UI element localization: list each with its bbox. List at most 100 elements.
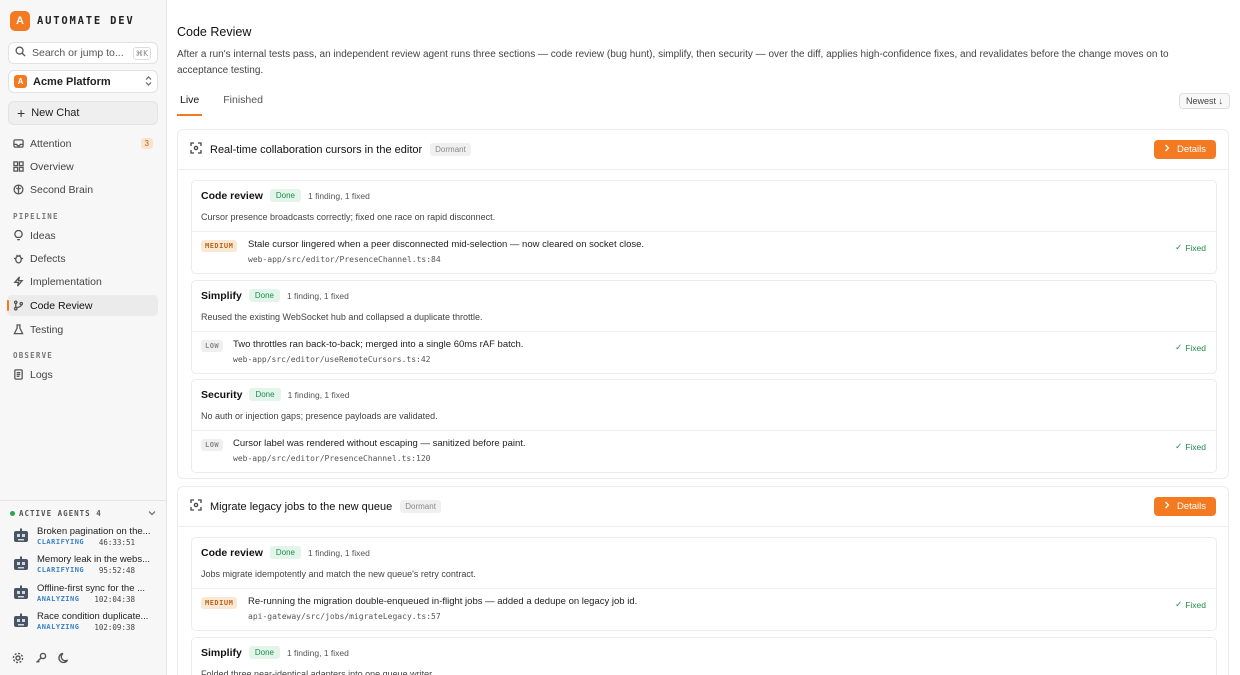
section-label-observe: OBSERVE (13, 351, 54, 360)
section-title: Security (201, 388, 243, 401)
agent-item[interactable]: Race condition duplicate... ANALYZING 102… (12, 611, 158, 635)
section-summary: Folded three near-identical adapters int… (201, 669, 435, 675)
sidebar-item-label: Defects (30, 252, 66, 265)
sidebar-item-attention[interactable]: Attention 3 (7, 133, 158, 154)
details-label: Details (1176, 144, 1206, 155)
attention-count-badge: 3 (140, 138, 153, 149)
finding-count: 1 finding, 1 fixed (286, 290, 349, 301)
section-summary: Reused the existing WebSocket hub and co… (201, 312, 483, 322)
agent-item[interactable]: Memory leak in the webs... CLARIFYING 95:… (12, 554, 158, 578)
sidebar-item-logs[interactable]: Logs (7, 364, 158, 385)
agent-title: Memory leak in the webs... (37, 554, 150, 565)
severity-badge: LOW (201, 340, 224, 352)
card-header: Migrate legacy jobs to the new queue Dor… (178, 487, 1228, 527)
tab-live[interactable]: Live (177, 92, 203, 116)
logs-icon (12, 369, 24, 381)
sidebar-item-implementation[interactable]: Implementation (7, 271, 158, 292)
finding-text: Stale cursor lingered when a peer discon… (248, 239, 645, 250)
workspace-name: Acme Platform (33, 75, 111, 88)
review-section: Simplify Done 1 finding, 1 fixed Folded … (191, 637, 1217, 675)
tab-finished[interactable]: Finished (220, 92, 266, 116)
review-section: Security Done 1 finding, 1 fixed No auth… (191, 379, 1217, 473)
review-card: Migrate legacy jobs to the new queue Dor… (177, 486, 1229, 675)
file-path[interactable]: web-app/src/editor/PresenceChannel.ts:84 (248, 255, 441, 264)
lightbulb-icon (12, 230, 24, 242)
workspace-switcher[interactable]: A Acme Platform (8, 70, 158, 93)
sidebar-item-overview[interactable]: Overview (7, 156, 158, 177)
agent-title: Broken pagination on the... (37, 526, 151, 537)
live-dot-icon (10, 511, 15, 516)
finding-count: 1 finding, 1 fixed (307, 190, 370, 201)
agent-title: Race condition duplicate... (37, 611, 149, 622)
finding-row[interactable]: LOW Cursor label was rendered without es… (192, 430, 1216, 472)
review-card: Real-time collaboration cursors in the e… (177, 129, 1229, 479)
sidebar-item-label: Second Brain (30, 183, 94, 196)
bolt-icon (12, 276, 24, 288)
details-button[interactable]: Details (1153, 497, 1216, 516)
gear-icon[interactable] (12, 652, 24, 664)
section-title: Code review (201, 189, 263, 202)
sidebar-item-label: Overview (30, 160, 74, 173)
review-section: Simplify Done 1 finding, 1 fixed Reused … (191, 280, 1217, 374)
status-badge: Dormant (400, 500, 441, 513)
key-icon[interactable] (35, 652, 47, 664)
agent-item[interactable]: Broken pagination on the... CLARIFYING 46… (12, 526, 158, 550)
active-agents-header[interactable]: ACTIVE AGENTS 4 (0, 500, 166, 518)
details-button[interactable]: Details (1153, 140, 1216, 159)
sidebar-item-label: Code Review (30, 299, 93, 312)
sidebar-item-code-review[interactable]: Code Review (7, 295, 158, 316)
fixed-status: ✓ Fixed (1175, 441, 1206, 452)
search-icon (15, 44, 26, 62)
agent-title: Offline-first sync for the ... (37, 583, 146, 594)
sidebar-item-second-brain[interactable]: Second Brain (7, 179, 158, 200)
check-icon: ✓ (1175, 599, 1183, 609)
flask-icon (12, 324, 24, 336)
file-path[interactable]: api-gateway/src/jobs/migrateLegacy.ts:57 (248, 612, 441, 621)
agent-time: 102:04:38 (94, 595, 135, 604)
finding-row[interactable]: LOW Two throttles ran back-to-back; merg… (192, 331, 1216, 373)
sidebar-item-label: Attention (30, 137, 72, 150)
sidebar-item-label: Ideas (30, 229, 56, 242)
agent-avatar-icon (14, 613, 28, 627)
chevron-updown-icon (145, 75, 152, 88)
search-box[interactable]: Search or jump to... ⌘K (8, 42, 158, 64)
sidebar-item-label: Logs (30, 368, 53, 381)
review-section: Code review Done 1 finding, 1 fixed Curs… (191, 180, 1217, 274)
sidebar-item-defects[interactable]: Defects (7, 248, 158, 269)
branch-icon (12, 300, 24, 312)
brand-name: AUTOMATE DEV (37, 15, 135, 27)
finding-row[interactable]: MEDIUM Stale cursor lingered when a peer… (192, 231, 1216, 273)
sidebar-footer (12, 652, 70, 664)
moon-icon[interactable] (58, 652, 70, 664)
sort-dropdown[interactable]: Newest ↓ (1178, 93, 1230, 109)
section-summary: No auth or injection gaps; presence payl… (201, 411, 438, 421)
agent-time: 102:09:38 (94, 623, 135, 632)
search-placeholder: Search or jump to... (32, 47, 124, 59)
check-icon: ✓ (1175, 342, 1183, 352)
plus-icon: + (17, 105, 26, 121)
file-path[interactable]: web-app/src/editor/useRemoteCursors.ts:4… (233, 355, 430, 364)
section-summary: Jobs migrate idempotently and match the … (201, 569, 476, 579)
status-badge: Done (269, 189, 301, 202)
severity-badge: MEDIUM (201, 240, 238, 252)
agent-time: 95:52:48 (98, 566, 135, 575)
status-badge: Done (249, 388, 281, 401)
bug-icon (12, 253, 24, 265)
agent-item[interactable]: Offline-first sync for the ... ANALYZING… (12, 583, 158, 607)
card-header: Real-time collaboration cursors in the e… (178, 130, 1228, 170)
section-summary: Cursor presence broadcasts correctly; fi… (201, 212, 496, 222)
agent-status: CLARIFYING (37, 566, 85, 574)
sidebar-item-ideas[interactable]: Ideas (7, 225, 158, 246)
file-path[interactable]: web-app/src/editor/PresenceChannel.ts:12… (233, 454, 430, 463)
workspace-logo: A (14, 75, 27, 88)
section-title: Simplify (201, 289, 242, 302)
chevron-right-icon (1164, 501, 1170, 512)
brand[interactable]: A AUTOMATE DEV (10, 11, 134, 31)
sidebar-item-testing[interactable]: Testing (7, 319, 158, 340)
finding-text: Cursor label was rendered without escapi… (233, 438, 526, 449)
search-shortcut: ⌘K (132, 46, 151, 60)
status-badge: Dormant (430, 143, 471, 156)
new-chat-button[interactable]: + New Chat (8, 101, 158, 125)
finding-count: 1 finding, 1 fixed (286, 647, 349, 658)
finding-row[interactable]: MEDIUM Re-running the migration double-e… (192, 588, 1216, 630)
